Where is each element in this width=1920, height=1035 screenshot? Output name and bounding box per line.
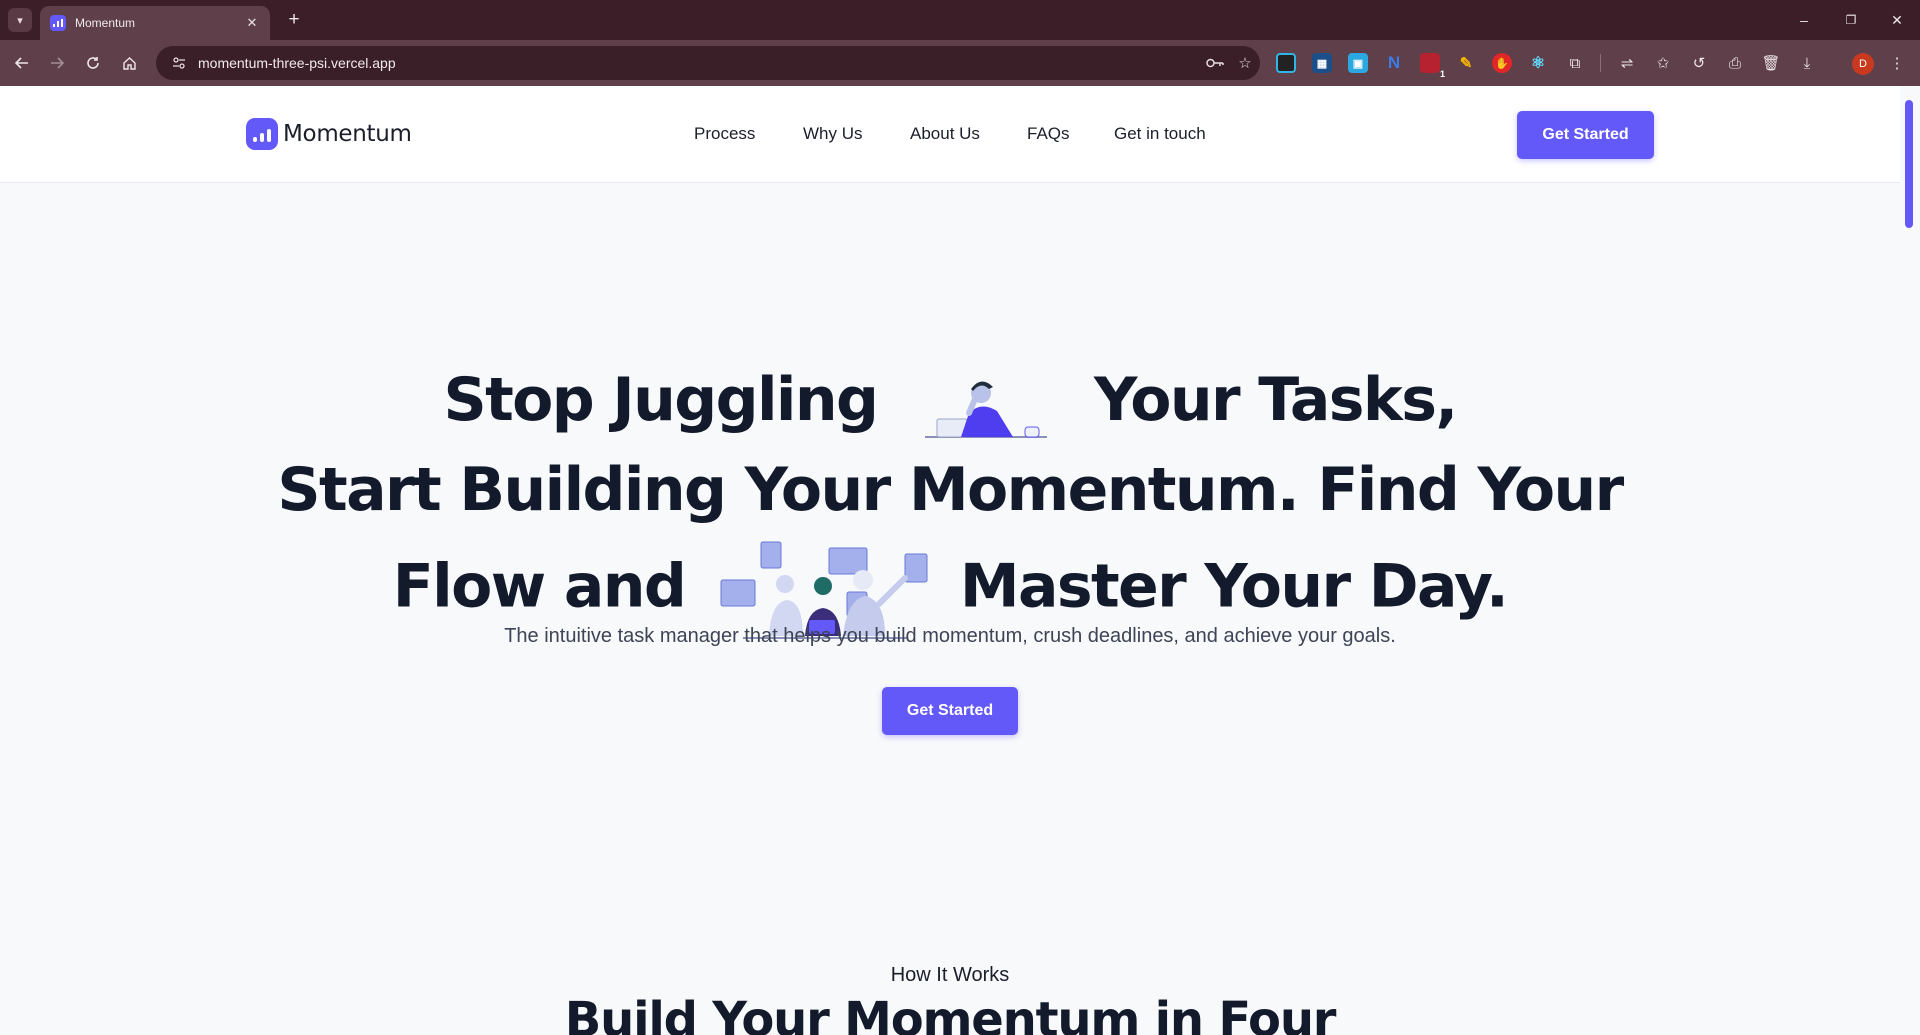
- address-bar[interactable]: momentum-three-psi.vercel.app ☆: [156, 46, 1260, 80]
- extensions-puzzle-icon[interactable]: ⧉: [1564, 52, 1586, 74]
- how-it-works-title: Build Your Momentum in Four: [564, 992, 1337, 1035]
- trash-icon[interactable]: 🗑: [1760, 52, 1782, 74]
- browser-tab-bar: ▾ Momentum ✕ + – ❐ ✕: [0, 0, 1920, 40]
- profile-avatar[interactable]: D: [1852, 53, 1874, 75]
- extension-hand-icon[interactable]: ✋: [1492, 53, 1512, 73]
- tab-close-icon[interactable]: ✕: [244, 15, 260, 31]
- home-icon[interactable]: [117, 51, 141, 75]
- tab-title: Momentum: [75, 16, 136, 30]
- how-it-works-label: How It Works: [890, 964, 1010, 986]
- favicon-icon: [50, 15, 66, 31]
- history-icon[interactable]: ↺: [1688, 52, 1710, 74]
- page-scrollbar[interactable]: [1900, 86, 1920, 1035]
- minimize-icon[interactable]: –: [1781, 0, 1827, 40]
- header-get-started-button[interactable]: Get Started: [1517, 111, 1654, 159]
- download-icon[interactable]: ⤓: [1796, 52, 1818, 74]
- extension-pen-icon[interactable]: ✎: [1456, 53, 1476, 73]
- page-viewport: Momentum Process Why Us About Us FAQs Ge…: [0, 86, 1920, 1035]
- reading-mode-icon[interactable]: ⇌: [1616, 52, 1638, 74]
- extension-badge-icon[interactable]: 1: [1420, 53, 1445, 79]
- nav-faqs[interactable]: FAQs: [1027, 124, 1070, 144]
- new-tab-button[interactable]: +: [282, 8, 306, 32]
- nav-about-us[interactable]: About Us: [910, 124, 980, 144]
- tab-search-icon[interactable]: ▾: [8, 8, 32, 32]
- nav-why-us[interactable]: Why Us: [803, 124, 863, 144]
- toolbar-divider: [1600, 54, 1601, 72]
- restore-icon[interactable]: ❐: [1828, 0, 1874, 40]
- site-info-icon[interactable]: [170, 54, 188, 72]
- bookmark-star-icon[interactable]: ☆: [1230, 48, 1260, 78]
- close-window-icon[interactable]: ✕: [1874, 0, 1920, 40]
- hero-subtitle: The intuitive task manager that helps yo…: [504, 625, 1396, 647]
- print-icon[interactable]: ⎙: [1724, 52, 1746, 74]
- hero-text-master-your-day: Master Your Day.: [959, 551, 1509, 622]
- site-header: Momentum Process Why Us About Us FAQs Ge…: [0, 86, 1900, 183]
- url-text[interactable]: momentum-three-psi.vercel.app: [198, 55, 1200, 71]
- hero-text-flow-and: Flow and: [392, 551, 687, 622]
- nav-process[interactable]: Process: [694, 124, 755, 144]
- hero-headline-line-2: Start Building Your Momentum. Find Your: [277, 455, 1624, 525]
- browser-tab-active[interactable]: Momentum ✕: [40, 6, 270, 40]
- hero-text-your-tasks: Your Tasks,: [1093, 365, 1458, 435]
- hero-text-stop-juggling: Stop Juggling: [443, 365, 878, 435]
- bookmarks-icon[interactable]: ✩: [1652, 52, 1674, 74]
- hero-get-started-button[interactable]: Get Started: [882, 687, 1018, 735]
- forward-icon[interactable]: [45, 51, 69, 75]
- browser-toolbar: momentum-three-psi.vercel.app ☆ ▦ ▣ N 1 …: [0, 40, 1920, 86]
- nav-get-in-touch[interactable]: Get in touch: [1114, 124, 1206, 144]
- extension-camera-icon[interactable]: ▣: [1348, 53, 1368, 73]
- scrollbar-thumb[interactable]: [1905, 100, 1913, 228]
- extension-react-icon[interactable]: ⚛: [1528, 53, 1548, 73]
- hero-headline-line-1: Stop Juggling Your Tasks,: [0, 360, 1900, 440]
- menu-icon[interactable]: ⋮: [1886, 52, 1908, 74]
- extension-grid-icon[interactable]: ▦: [1312, 53, 1332, 73]
- password-key-icon[interactable]: [1200, 48, 1230, 78]
- person-at-laptop-illustration: [923, 367, 1049, 439]
- extension-color-picker-icon[interactable]: [1276, 53, 1296, 73]
- back-icon[interactable]: [10, 51, 34, 75]
- extension-n-icon[interactable]: N: [1384, 53, 1404, 73]
- reload-icon[interactable]: [81, 51, 105, 75]
- extension-badge-count: 1: [1439, 69, 1445, 79]
